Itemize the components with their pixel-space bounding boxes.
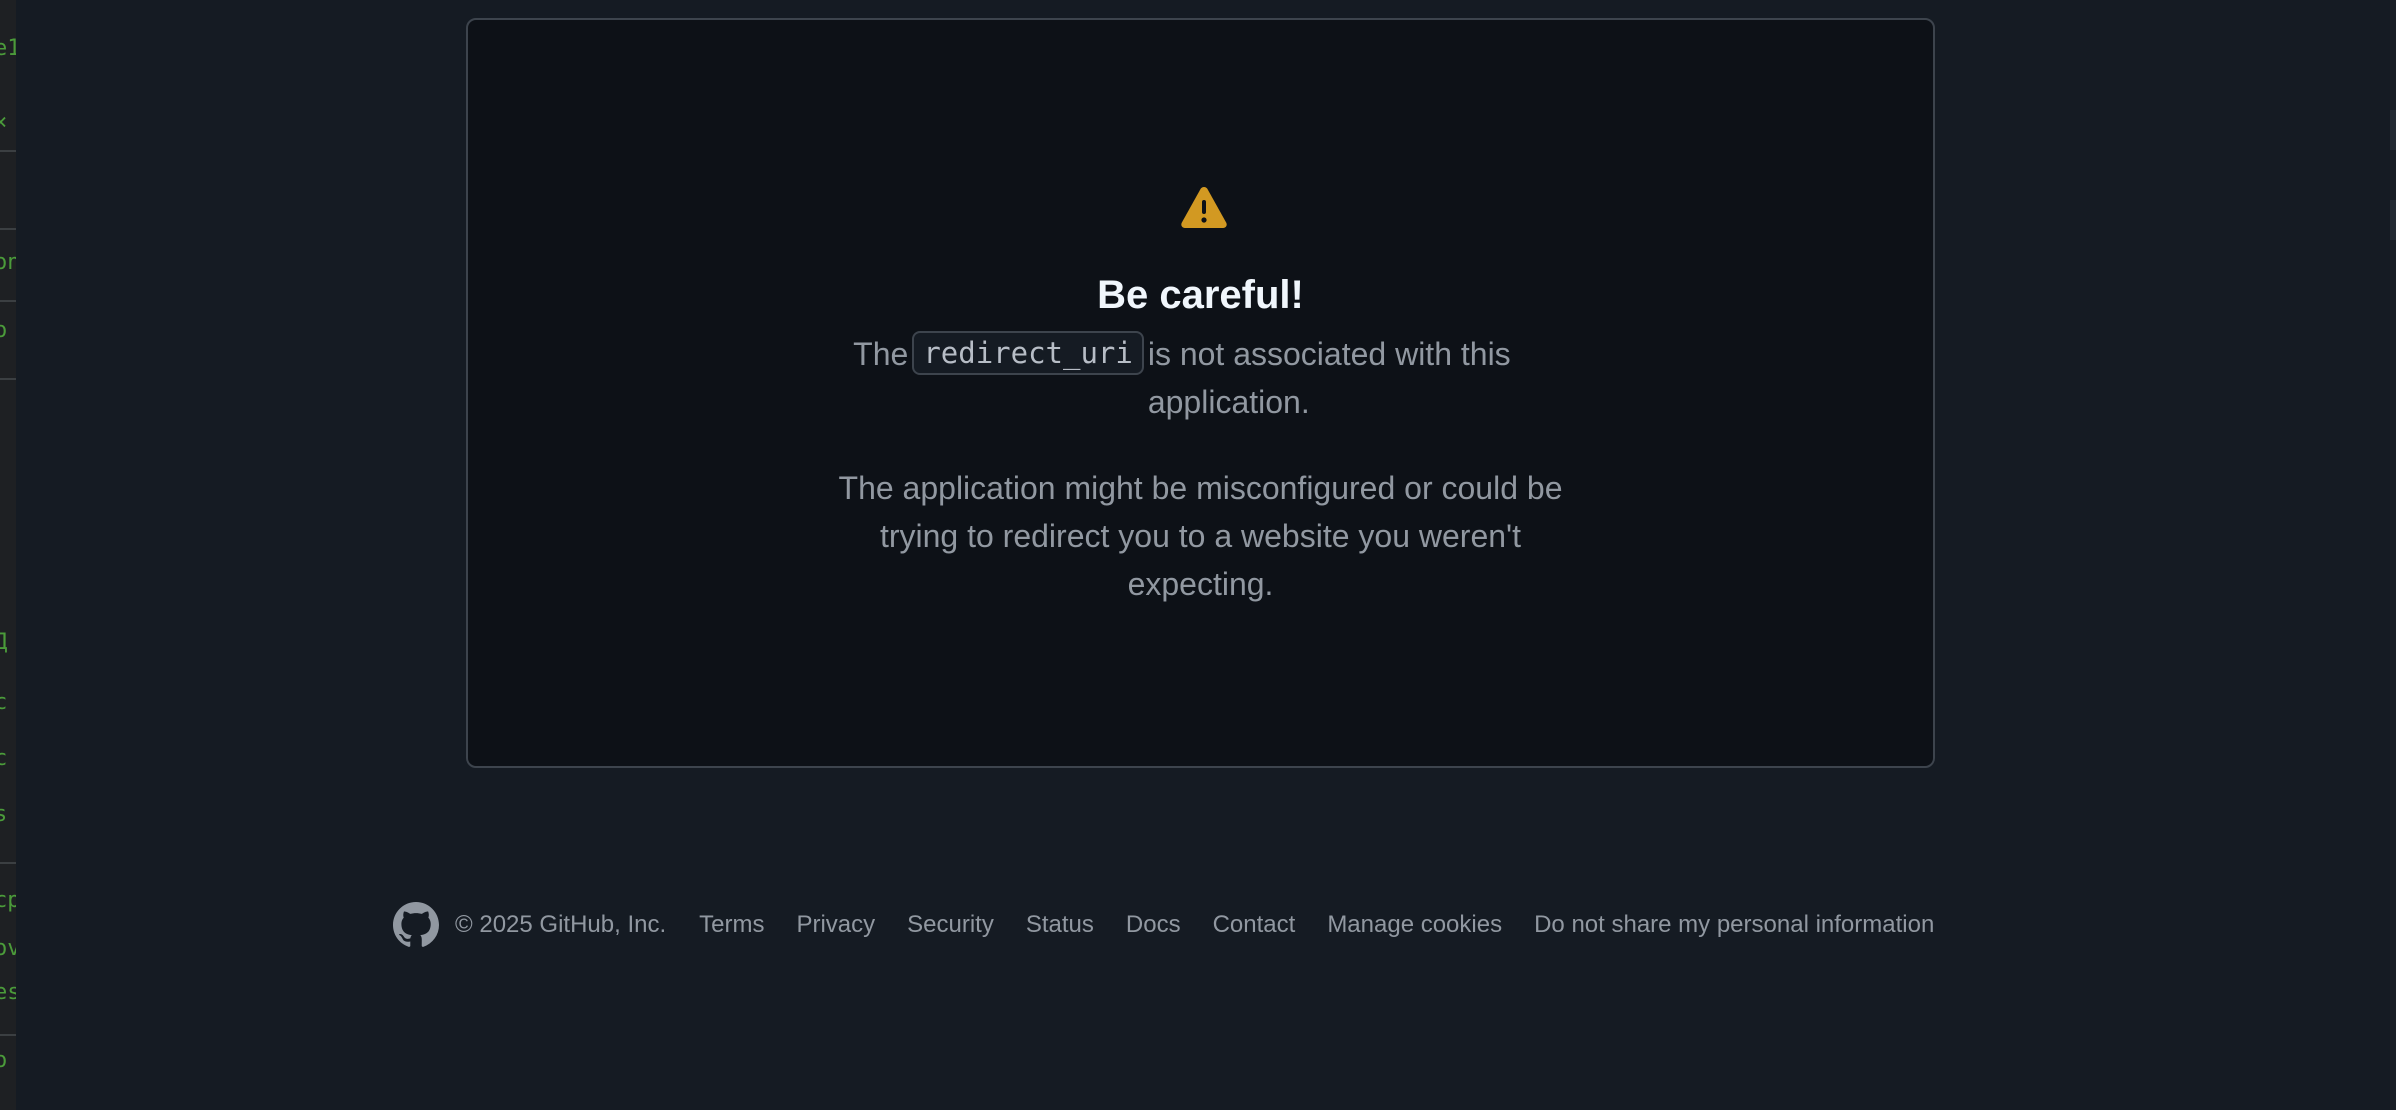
- background-divider: [0, 150, 16, 152]
- background-text-fragment: o: [0, 318, 8, 343]
- background-text-fragment: c: [0, 746, 8, 771]
- background-text-fragment: on: [0, 250, 16, 275]
- background-text-fragment: Д: [0, 630, 8, 655]
- background-text-fragment: e1: [0, 36, 16, 61]
- footer-link-privacy[interactable]: Privacy: [796, 911, 875, 939]
- background-divider: [2390, 110, 2396, 150]
- dialog-title: Be careful!: [1097, 273, 1304, 317]
- alert-triangle-icon: [1181, 187, 1227, 228]
- background-window-edge-right: [2390, 0, 2396, 1110]
- redirect-uri-code: redirect_uri: [912, 331, 1144, 375]
- background-divider: [0, 862, 16, 864]
- background-text-fragment: s: [0, 802, 8, 827]
- footer-link-security[interactable]: Security: [907, 911, 994, 939]
- background-text-fragment: es: [0, 980, 16, 1005]
- footer-link-status[interactable]: Status: [1026, 911, 1094, 939]
- redirect-uri-message: The redirect_uri is not associated with th…: [468, 330, 1933, 426]
- message-prefix: The: [853, 336, 909, 372]
- footer-link-docs[interactable]: Docs: [1126, 911, 1181, 939]
- background-text-fragment: c: [0, 690, 8, 715]
- background-divider: [0, 378, 16, 380]
- misconfiguration-detail: The application might be misconfigured o…: [838, 470, 1563, 602]
- footer-link-terms[interactable]: Terms: [699, 911, 764, 939]
- background-text-fragment: ×: [0, 110, 8, 135]
- footer-copyright: © 2025 GitHub, Inc.: [455, 911, 667, 938]
- background-divider: [0, 300, 16, 302]
- footer-link-contact[interactable]: Contact: [1213, 911, 1296, 939]
- background-text-fragment: cp: [0, 888, 16, 913]
- warning-card: Be careful! The redirect_uri is not associ…: [466, 18, 1935, 768]
- site-footer: © 2025 GitHub, Inc. Terms Privacy Securi…: [393, 898, 1934, 952]
- background-text-fragment: o: [0, 1048, 8, 1073]
- background-divider: [0, 1034, 16, 1036]
- background-divider: [2390, 200, 2396, 240]
- background-window-edge: e1 × on o Д c c s cp ov es o: [0, 0, 16, 1110]
- background-divider: [0, 228, 16, 230]
- footer-link-do-not-share[interactable]: Do not share my personal information: [1534, 911, 1934, 939]
- footer-link-manage-cookies[interactable]: Manage cookies: [1327, 911, 1502, 939]
- message-suffix: is not associated with this application.: [1147, 336, 1511, 420]
- message-line-1: The redirect_uri is not associated with th…: [468, 330, 1933, 426]
- github-mark-icon[interactable]: [393, 902, 439, 948]
- background-text-fragment: ov: [0, 936, 16, 961]
